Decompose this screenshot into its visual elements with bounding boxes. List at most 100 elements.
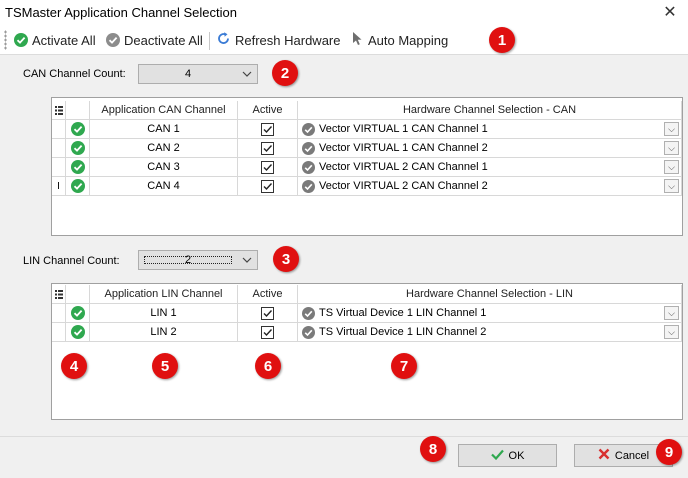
column-chooser-icon[interactable] [52, 101, 66, 120]
annotation-badge-1: 1 [489, 27, 515, 53]
hardware-select[interactable]: Vector VIRTUAL 1 CAN Channel 1 ⌵ [298, 120, 682, 139]
lin-count-label: LIN Channel Count: [23, 255, 120, 267]
check-circle-grey-icon [302, 325, 315, 339]
active-checkbox[interactable] [261, 325, 274, 339]
table-row[interactable]: I CAN 4 Vector VIRTUAL 2 CAN Channel 2 ⌵ [52, 177, 682, 196]
active-cell [238, 120, 298, 139]
activate-all-button[interactable]: Activate All [14, 27, 96, 53]
hardware-select[interactable]: Vector VIRTUAL 1 CAN Channel 2 ⌵ [298, 139, 682, 158]
status-column-header [66, 101, 90, 120]
lin-col-application: Application LIN Channel [90, 285, 238, 304]
row-indicator [52, 158, 66, 177]
annotation-badge-2: 2 [272, 60, 298, 86]
chevron-down-icon[interactable]: ⌵ [664, 140, 679, 155]
lin-count-value: 2 [142, 254, 234, 266]
active-cell [238, 158, 298, 177]
can-count-value: 4 [184, 68, 192, 80]
check-circle-grey-icon [302, 141, 315, 155]
hardware-channel-label: Vector VIRTUAL 2 CAN Channel 2 [319, 180, 488, 192]
application-channel: CAN 3 [90, 158, 238, 177]
hardware-select[interactable]: TS Virtual Device 1 LIN Channel 1 ⌵ [298, 304, 682, 323]
chevron-down-icon[interactable]: ⌵ [664, 305, 679, 320]
active-cell [238, 323, 298, 342]
hardware-channel-label: TS Virtual Device 1 LIN Channel 2 [319, 326, 487, 338]
table-row[interactable]: CAN 1 Vector VIRTUAL 1 CAN Channel 1 ⌵ [52, 120, 682, 139]
check-circle-grey-icon [302, 306, 315, 320]
application-channel: LIN 1 [90, 304, 238, 323]
active-checkbox[interactable] [261, 122, 274, 136]
current-row-indicator: I [52, 177, 66, 196]
close-icon[interactable]: ✕ [662, 2, 678, 22]
active-checkbox[interactable] [261, 179, 274, 193]
check-circle-icon [14, 33, 28, 47]
toolbar-grip-icon [4, 30, 7, 50]
activate-all-label: Activate All [32, 32, 96, 48]
status-ok-icon [66, 158, 90, 177]
active-checkbox[interactable] [261, 160, 274, 174]
ok-label: OK [508, 449, 525, 462]
cancel-label: Cancel [614, 449, 650, 462]
footer-divider [0, 436, 688, 437]
annotation-badge-9: 9 [656, 439, 682, 465]
check-circle-grey-icon [302, 160, 315, 174]
lin-grid-header: Application LIN Channel Active Hardware … [52, 285, 682, 304]
can-grid-header: Application CAN Channel Active Hardware … [52, 101, 682, 120]
application-channel: CAN 4 [90, 177, 238, 196]
status-ok-icon [66, 139, 90, 158]
can-col-active: Active [238, 101, 298, 120]
active-checkbox[interactable] [261, 306, 274, 320]
checkmark-icon [490, 449, 504, 463]
status-ok-icon [66, 304, 90, 323]
can-count-select[interactable]: 4 [138, 64, 258, 84]
chevron-down-icon [237, 69, 257, 80]
lin-col-active: Active [238, 285, 298, 304]
toolbar-separator [209, 32, 210, 50]
row-indicator [52, 323, 66, 342]
application-channel: CAN 2 [90, 139, 238, 158]
status-ok-icon [66, 120, 90, 139]
column-chooser-icon[interactable] [52, 285, 66, 304]
table-row[interactable]: CAN 2 Vector VIRTUAL 1 CAN Channel 2 ⌵ [52, 139, 682, 158]
hardware-select[interactable]: Vector VIRTUAL 2 CAN Channel 1 ⌵ [298, 158, 682, 177]
cursor-pointer-icon [351, 31, 364, 49]
ok-button[interactable]: OK [458, 444, 557, 467]
table-row[interactable]: CAN 3 Vector VIRTUAL 2 CAN Channel 1 ⌵ [52, 158, 682, 177]
annotation-badge-7: 7 [391, 353, 417, 379]
table-row[interactable]: LIN 1 TS Virtual Device 1 LIN Channel 1 ⌵ [52, 304, 682, 323]
check-circle-grey-icon [106, 33, 120, 47]
chevron-down-icon [237, 255, 257, 266]
can-channel-grid: Application CAN Channel Active Hardware … [51, 97, 683, 236]
hardware-select[interactable]: Vector VIRTUAL 2 CAN Channel 2 ⌵ [298, 177, 682, 196]
lin-count-select[interactable]: 2 [138, 250, 258, 270]
chevron-down-icon[interactable]: ⌵ [664, 159, 679, 174]
row-indicator [52, 120, 66, 139]
hardware-select[interactable]: TS Virtual Device 1 LIN Channel 2 ⌵ [298, 323, 682, 342]
auto-mapping-label: Auto Mapping [368, 32, 449, 48]
can-col-application: Application CAN Channel [90, 101, 238, 120]
check-circle-grey-icon [302, 122, 315, 136]
active-cell [238, 304, 298, 323]
lin-channel-grid: Application LIN Channel Active Hardware … [51, 283, 683, 420]
status-ok-icon [66, 177, 90, 196]
active-checkbox[interactable] [261, 141, 274, 155]
row-indicator [52, 304, 66, 323]
toolbar [0, 26, 688, 55]
refresh-hardware-button[interactable]: Refresh Hardware [216, 27, 341, 53]
active-cell [238, 177, 298, 196]
annotation-badge-8: 8 [420, 436, 446, 462]
table-row[interactable]: LIN 2 TS Virtual Device 1 LIN Channel 2 ⌵ [52, 323, 682, 342]
row-indicator [52, 139, 66, 158]
hardware-channel-label: TS Virtual Device 1 LIN Channel 1 [319, 307, 487, 319]
lin-col-hardware: Hardware Channel Selection - LIN [298, 285, 682, 304]
chevron-down-icon[interactable]: ⌵ [664, 178, 679, 193]
application-channel: LIN 2 [90, 323, 238, 342]
deactivate-all-button[interactable]: Deactivate All [106, 27, 203, 53]
status-ok-icon [66, 323, 90, 342]
chevron-down-icon[interactable]: ⌵ [664, 324, 679, 339]
chevron-down-icon[interactable]: ⌵ [664, 121, 679, 136]
auto-mapping-button[interactable]: Auto Mapping [351, 27, 448, 53]
annotation-badge-3: 3 [273, 246, 299, 272]
check-circle-grey-icon [302, 179, 315, 193]
deactivate-all-label: Deactivate All [124, 32, 203, 48]
status-column-header [66, 285, 90, 304]
